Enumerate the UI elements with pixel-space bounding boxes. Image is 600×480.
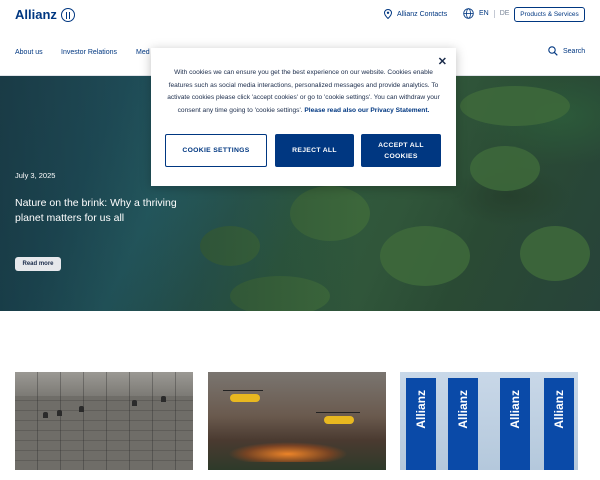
reject-all-button[interactable]: REJECT ALL xyxy=(275,134,354,167)
contacts-link[interactable]: Allianz Contacts xyxy=(384,9,447,19)
cookie-consent-dialog: ✕ With cookies we can ensure you get the… xyxy=(151,48,456,186)
allianz-flag: Allianz xyxy=(448,378,478,470)
cookie-settings-button[interactable]: COOKIE SETTINGS xyxy=(165,134,267,167)
search-icon xyxy=(548,46,558,56)
accept-all-cookies-button[interactable]: ACCEPT ALL COOKIES xyxy=(361,134,441,167)
allianz-logo[interactable]: Allianz xyxy=(15,7,75,22)
nav-media[interactable]: Med xyxy=(136,49,150,56)
lang-divider xyxy=(493,9,495,18)
location-pin-icon xyxy=(384,9,392,19)
search-button[interactable]: Search xyxy=(548,46,585,56)
wall-texture xyxy=(15,372,193,470)
helicopter-icon xyxy=(324,416,354,424)
lang-de[interactable]: DE xyxy=(500,10,510,17)
nav-about-us[interactable]: About us xyxy=(15,49,43,56)
hero-date: July 3, 2025 xyxy=(15,171,56,180)
language-switcher: EN DE xyxy=(463,8,509,19)
climber-figure xyxy=(79,406,84,412)
news-card-image-wall[interactable] xyxy=(15,372,193,470)
contacts-label: Allianz Contacts xyxy=(397,10,448,18)
allianz-flag: Allianz xyxy=(406,378,436,470)
read-more-button[interactable]: Read more xyxy=(15,257,61,271)
helicopter-rotor xyxy=(223,390,263,391)
helicopter-icon xyxy=(230,394,260,402)
helicopter-rotor xyxy=(316,412,360,413)
hero-title[interactable]: Nature on the brink: Why a thriving plan… xyxy=(15,196,205,226)
allianz-eagle-icon xyxy=(60,7,75,22)
allianz-flag: Allianz xyxy=(500,378,530,470)
wildfire-glow xyxy=(228,442,348,462)
climber-figure xyxy=(132,400,137,406)
climber-figure xyxy=(161,396,166,402)
brand-name: Allianz xyxy=(15,7,57,22)
allianz-flag: Allianz xyxy=(544,378,574,470)
climber-figure xyxy=(57,410,62,416)
top-bar: Allianz Allianz Contacts EN DE Products … xyxy=(0,0,600,30)
privacy-statement-link[interactable]: Please read also our Privacy Statement. xyxy=(304,107,429,114)
lang-en[interactable]: EN xyxy=(479,10,489,17)
news-card-image-helicopters[interactable] xyxy=(208,372,386,470)
news-card-image-flags[interactable]: Allianz Allianz Allianz Allianz xyxy=(400,372,578,470)
products-services-button[interactable]: Products & Services xyxy=(514,7,585,22)
climber-figure xyxy=(43,412,48,418)
globe-icon xyxy=(463,8,474,19)
nav-investor-relations[interactable]: Investor Relations xyxy=(61,49,117,56)
cookie-message: With cookies we can ensure you get the b… xyxy=(165,67,442,117)
search-label: Search xyxy=(563,47,586,55)
